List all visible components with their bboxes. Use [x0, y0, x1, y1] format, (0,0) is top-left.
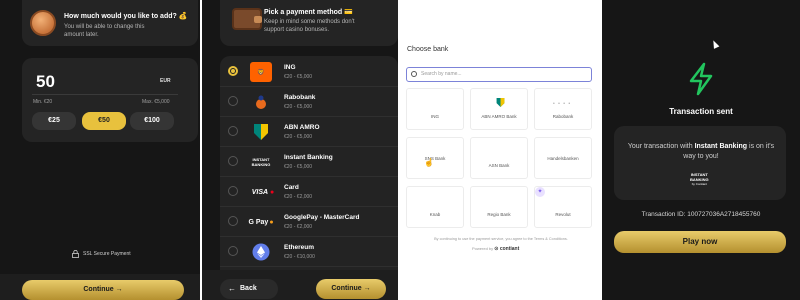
search-placeholder: Search by name...	[421, 71, 462, 77]
lightning-icon	[689, 62, 713, 96]
transaction-screen: Transaction sent Your transaction with I…	[602, 0, 800, 300]
bank-tile-knab[interactable]: Knab	[406, 186, 464, 228]
amount-input[interactable]: 50	[36, 72, 55, 92]
search-icon	[411, 71, 417, 77]
max-amount: Max. €5,000	[142, 99, 170, 105]
method-name: Card	[284, 184, 299, 191]
bank-tile-asn[interactable]: ASN Bank	[470, 137, 528, 179]
method-name: Instant Banking	[284, 154, 333, 161]
method-row-ethereum[interactable]: Ethereum €20 - €10,000	[220, 237, 398, 267]
chip-100[interactable]: €100	[130, 112, 174, 130]
method-row-ing[interactable]: 🦁 ING €20 - €5,000	[220, 57, 398, 87]
continue-button[interactable]: Continue →	[22, 280, 184, 300]
ssl-label: SSL Secure Payment	[83, 251, 131, 257]
transaction-card	[614, 126, 786, 200]
amount-subtitle: You will be able to change this amount l…	[64, 24, 145, 38]
method-name: ING	[284, 64, 296, 71]
bank-tile-ing[interactable]: ING	[406, 88, 464, 130]
bank-tile-rabobank[interactable]: • • • • Rabobank	[534, 88, 592, 130]
arrow-left-icon: ←	[228, 284, 236, 293]
ing-lion-icon: 🦁	[250, 62, 272, 82]
method-row-abn-amro[interactable]: ABN AMRO €20 - €5,000	[220, 117, 398, 147]
bank-screen: Choose bank Search by name... ING ABN AM…	[400, 0, 600, 300]
currency-label: EUR	[160, 78, 171, 84]
method-range: €20 - €5,000	[284, 164, 313, 170]
radio-selected[interactable]	[228, 66, 238, 76]
choose-bank-title: Choose bank	[407, 46, 449, 53]
amount-screen: How much would you like to add? 💰 You wi…	[0, 0, 200, 300]
method-range: €20 - €2,000	[284, 224, 313, 230]
payment-title: Pick a payment method 💳	[264, 9, 353, 16]
method-row-googlepay[interactable]: G Pay ● GooglePay - MasterCard €20 - €2,0…	[220, 207, 398, 237]
rabobank-icon	[250, 92, 272, 112]
radio[interactable]	[228, 96, 238, 106]
method-row-instant-banking[interactable]: INSTANT BANKING Instant Banking €20 - €5…	[220, 147, 398, 177]
amount-divider	[32, 94, 178, 95]
contiant-logo: ⊙ contiant	[494, 246, 520, 252]
continue-button[interactable]: Continue →	[316, 279, 386, 299]
bank-tile-handelsbanken[interactable]: Handelsbanken	[534, 137, 592, 179]
rabobank-dots: • • • •	[553, 101, 572, 107]
bank-tile-revolut[interactable]: ✦ Revolut	[534, 186, 592, 228]
transaction-message: Your transaction with Instant Banking is…	[627, 143, 775, 160]
method-name: Rabobank	[284, 94, 316, 101]
chip-25[interactable]: €25	[32, 112, 76, 130]
payment-screen: Pick a payment method 💳 Keep in mind som…	[202, 0, 398, 300]
play-now-button[interactable]: Play now	[614, 231, 786, 253]
chip-50[interactable]: €50	[82, 112, 126, 130]
radio[interactable]	[228, 126, 238, 136]
method-name: ABN AMRO	[284, 124, 320, 131]
radio[interactable]	[228, 186, 238, 196]
googlepay-icon: G Pay ●	[248, 218, 274, 226]
hand-cursor-icon: ☝	[424, 158, 434, 167]
method-name: Ethereum	[284, 244, 314, 251]
amount-title: How much would you like to add? 💰	[64, 13, 188, 20]
method-name: GooglePay - MasterCard	[284, 214, 360, 221]
method-range: €20 - €5,000	[284, 134, 313, 140]
mouse-cursor-icon	[710, 39, 720, 49]
method-range: €20 - €10,000	[284, 254, 315, 260]
method-range: €20 - €2,000	[284, 194, 313, 200]
bank-tile-sns[interactable]: SNS Bank ☝	[406, 137, 464, 179]
wallet-icon	[232, 8, 262, 30]
bank-tile-abn-amro[interactable]: ABN AMRO Bank	[470, 88, 528, 130]
coin-icon	[30, 10, 56, 36]
radio[interactable]	[228, 246, 238, 256]
transaction-id: Transaction ID: 100727036A2718455760	[641, 211, 761, 218]
instant-banking-logo: INSTANT BANKING	[251, 157, 271, 167]
payment-subtitle: Keep in mind some methods don't support …	[264, 19, 355, 33]
instant-banking-logo: INSTANT BANKING by Contiant	[690, 172, 709, 186]
method-row-rabobank[interactable]: Rabobank €20 - €5,000	[220, 87, 398, 117]
radio[interactable]	[228, 216, 238, 226]
radio[interactable]	[228, 156, 238, 166]
abn-amro-shield-icon	[496, 98, 505, 107]
transaction-title: Transaction sent	[669, 107, 733, 116]
method-row-card[interactable]: VISA ● Card €20 - €2,000	[220, 177, 398, 207]
method-range: €20 - €5,000	[284, 104, 313, 110]
ethereum-icon	[250, 242, 272, 262]
consent-text: By continuing to use the payment service…	[434, 237, 568, 241]
powered-by: Powered by ⊙ contiant	[472, 246, 520, 252]
method-range: €20 - €5,000	[284, 74, 313, 80]
min-amount: Min. €20	[33, 99, 53, 105]
lock-icon	[72, 250, 79, 258]
abn-amro-shield-icon	[250, 122, 272, 142]
visa-mastercard-icon: VISA ●	[251, 188, 275, 196]
revolut-icon: ✦	[535, 187, 545, 197]
bank-tile-regio[interactable]: Regio Bank	[470, 186, 528, 228]
